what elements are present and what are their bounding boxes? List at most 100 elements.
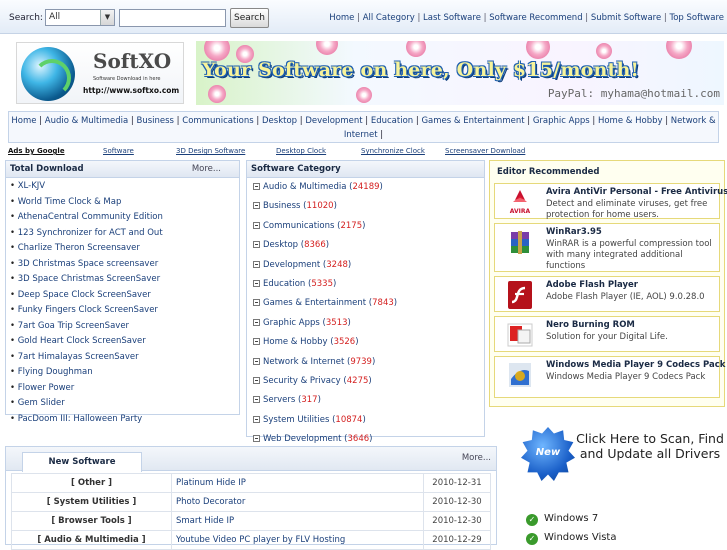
- category-item[interactable]: Security & Privacy (4275): [253, 376, 480, 395]
- category-name[interactable]: Graphic Apps: [263, 318, 320, 328]
- ad-link[interactable]: Synchronize Clock: [361, 147, 425, 155]
- search-scope-select[interactable]: All ▼: [45, 9, 115, 26]
- list-item[interactable]: Flower Power: [10, 383, 236, 399]
- advert-banner[interactable]: Your Software on here, Only $15/month! P…: [196, 41, 724, 105]
- list-item[interactable]: 3D Space Christmas ScreenSaver: [10, 274, 236, 290]
- ad-link[interactable]: Software: [103, 147, 134, 155]
- collapse-box-icon[interactable]: [253, 318, 260, 326]
- category-name[interactable]: System Utilities: [263, 415, 329, 425]
- editor-item-title[interactable]: WinRar3.95: [546, 227, 602, 237]
- category-name[interactable]: Servers: [263, 395, 295, 405]
- top-nav-submit-software[interactable]: Submit Software: [591, 13, 661, 23]
- category-name[interactable]: Network & Internet: [263, 357, 344, 367]
- site-logo[interactable]: SoftXO Software Download in here http://…: [16, 42, 184, 104]
- category-name[interactable]: Home & Hobby: [263, 337, 328, 347]
- row-category[interactable]: [ System Utilities ]: [11, 492, 172, 512]
- editor-item[interactable]: WinRar3.95 WinRAR is a powerful compress…: [494, 223, 720, 272]
- list-item[interactable]: 7art Himalayas ScreenSaver: [10, 352, 236, 368]
- collapse-box-icon[interactable]: [253, 241, 260, 249]
- list-item[interactable]: Gold Heart Clock ScreenSaver: [10, 336, 236, 352]
- row-category[interactable]: [ Other ]: [11, 473, 172, 493]
- category-item[interactable]: Desktop (8366): [253, 240, 480, 259]
- collapse-box-icon[interactable]: [253, 279, 260, 287]
- category-item[interactable]: Communications (2175): [253, 221, 480, 240]
- editor-item[interactable]: AVIRA Avira AntiVir Personal - Free Anti…: [494, 183, 727, 220]
- collapse-box-icon[interactable]: [253, 221, 260, 229]
- row-name[interactable]: Smart Hide IP: [171, 511, 424, 531]
- category-name[interactable]: Business: [263, 201, 300, 211]
- row-name[interactable]: Youtube Video PC player by FLV Hosting: [171, 530, 424, 550]
- editor-item[interactable]: Windows Media Player 9 Codecs Pack Windo…: [494, 356, 725, 398]
- cat-nav-communications[interactable]: Communications: [182, 116, 253, 126]
- list-item[interactable]: 3D Christmas Space screensaver: [10, 259, 236, 275]
- list-item[interactable]: Funky Fingers Clock ScreenSaver: [10, 305, 236, 321]
- collapse-box-icon[interactable]: [253, 435, 260, 443]
- top-nav-all-category[interactable]: All Category: [363, 13, 415, 23]
- collapse-box-icon[interactable]: [253, 299, 260, 307]
- chevron-down-icon[interactable]: ▼: [100, 10, 114, 25]
- ads-by-google[interactable]: Ads by Google: [8, 147, 65, 155]
- row-category[interactable]: [ Audio & Multimedia ]: [11, 530, 172, 550]
- category-name[interactable]: Education: [263, 279, 305, 289]
- list-item[interactable]: World Time Clock & Map: [10, 197, 236, 213]
- row-name[interactable]: Platinum Hide IP: [171, 473, 424, 493]
- collapse-box-icon[interactable]: [253, 202, 260, 210]
- cat-nav-games[interactable]: Games & Entertainment: [421, 116, 524, 126]
- tab-new-software[interactable]: New Software: [22, 452, 142, 472]
- list-item[interactable]: AthenaCentral Community Edition: [10, 212, 236, 228]
- collapse-box-icon[interactable]: [253, 338, 260, 346]
- list-item[interactable]: Gem Slider: [10, 398, 236, 414]
- ad-link[interactable]: 3D Design Software: [176, 147, 245, 155]
- cat-nav-audio[interactable]: Audio & Multimedia: [45, 116, 128, 126]
- more-link[interactable]: More...: [192, 164, 221, 174]
- list-item[interactable]: 7art Goa Trip ScreenSaver: [10, 321, 236, 337]
- category-item[interactable]: Business (11020): [253, 201, 480, 220]
- list-item[interactable]: Deep Space Clock ScreenSaver: [10, 290, 236, 306]
- search-button[interactable]: Search: [230, 8, 269, 28]
- top-nav-top-software[interactable]: Top Software: [669, 13, 724, 23]
- top-nav-home[interactable]: Home: [329, 13, 354, 23]
- editor-item-title[interactable]: Avira AntiVir Personal - Free Antivirus: [546, 187, 727, 197]
- cat-nav-graphic[interactable]: Graphic Apps: [533, 116, 590, 126]
- category-name[interactable]: Development: [263, 260, 320, 270]
- category-item[interactable]: System Utilities (10874): [253, 415, 480, 434]
- driver-scan-ad[interactable]: New Click Here to Scan, Find and Update …: [512, 419, 727, 545]
- category-name[interactable]: Games & Entertainment: [263, 298, 366, 308]
- editor-item-title[interactable]: Windows Media Player 9 Codecs Pack: [546, 360, 725, 370]
- cat-nav-education[interactable]: Education: [371, 116, 413, 126]
- list-item[interactable]: Charlize Theron Screensaver: [10, 243, 236, 259]
- cat-nav-home[interactable]: Home: [11, 116, 36, 126]
- cat-nav-desktop[interactable]: Desktop: [262, 116, 297, 126]
- category-name[interactable]: Web Development: [263, 434, 341, 444]
- collapse-box-icon[interactable]: [253, 183, 260, 190]
- collapse-box-icon[interactable]: [253, 396, 260, 404]
- category-name[interactable]: Communications: [263, 221, 334, 231]
- category-name[interactable]: Desktop: [263, 240, 298, 250]
- list-item[interactable]: Flying Doughman: [10, 367, 236, 383]
- cat-nav-business[interactable]: Business: [137, 116, 174, 126]
- category-name[interactable]: Security & Privacy: [263, 376, 341, 386]
- list-item[interactable]: PacDoom III: Halloween Party: [10, 414, 236, 430]
- top-nav-software-recommend[interactable]: Software Recommend: [489, 13, 582, 23]
- collapse-box-icon[interactable]: [253, 357, 260, 365]
- category-item[interactable]: Home & Hobby (3526): [253, 337, 480, 356]
- category-item[interactable]: Audio & Multimedia (24189): [253, 182, 480, 201]
- category-item[interactable]: Servers (317): [253, 395, 480, 414]
- search-input[interactable]: [119, 9, 226, 27]
- list-item[interactable]: 123 Synchronizer for ACT and Out: [10, 228, 236, 244]
- editor-item-title[interactable]: Adobe Flash Player: [546, 280, 638, 290]
- ad-headline[interactable]: Click Here to Scan, Find and Update all …: [575, 431, 725, 461]
- collapse-box-icon[interactable]: [253, 415, 260, 423]
- collapse-box-icon[interactable]: [253, 260, 260, 268]
- editor-item[interactable]: Nero Burning ROM Solution for your Digit…: [494, 316, 720, 352]
- editor-item[interactable]: Adobe Flash Player Adobe Flash Player (I…: [494, 276, 720, 312]
- row-category[interactable]: [ Browser Tools ]: [11, 511, 172, 531]
- collapse-box-icon[interactable]: [253, 376, 260, 384]
- cat-nav-home-hobby[interactable]: Home & Hobby: [598, 116, 663, 126]
- category-item[interactable]: Development (3248): [253, 260, 480, 279]
- editor-item-title[interactable]: Nero Burning ROM: [546, 320, 635, 330]
- ad-link[interactable]: Desktop Clock: [276, 147, 326, 155]
- ad-link[interactable]: Screensaver Download: [445, 147, 525, 155]
- top-nav-last-software[interactable]: Last Software: [423, 13, 481, 23]
- category-item[interactable]: Network & Internet (9739): [253, 357, 480, 376]
